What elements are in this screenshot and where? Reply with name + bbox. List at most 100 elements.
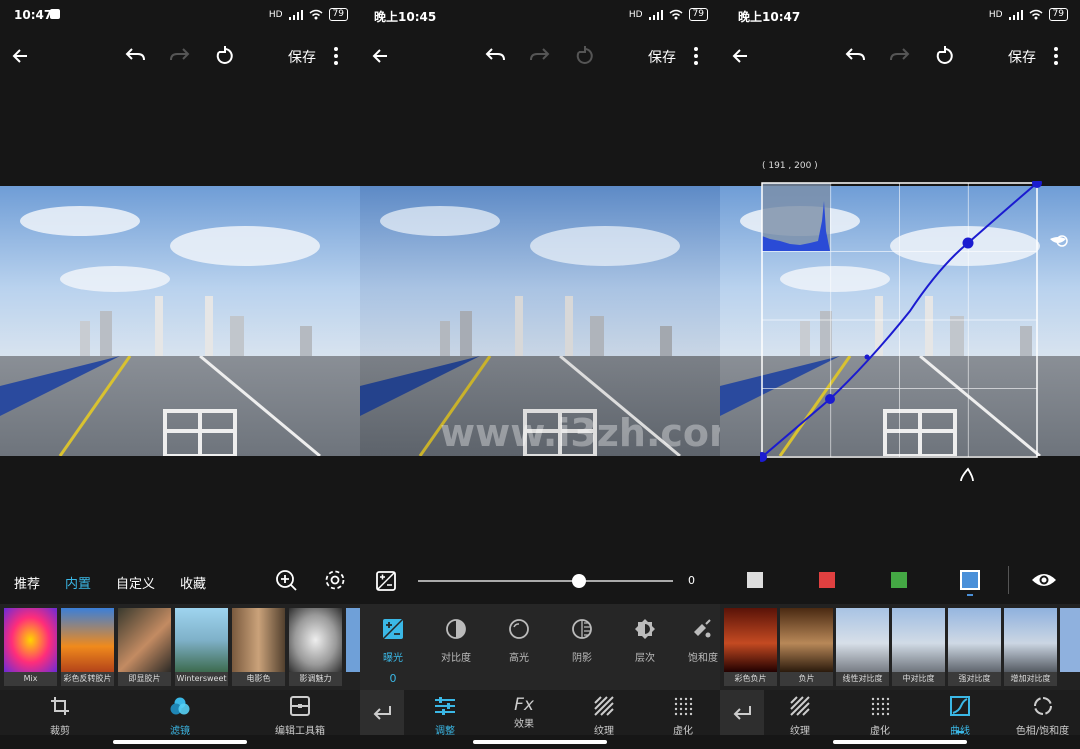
preset-thumb[interactable]: 中对比度: [892, 608, 945, 686]
preset-thumb[interactable]: 线性对比度: [836, 608, 889, 686]
preset-thumb[interactable]: 彩色负片: [724, 608, 777, 686]
tab-custom[interactable]: 自定义: [116, 573, 155, 592]
redo-icon: [890, 48, 910, 61]
confirm-back-button[interactable]: [360, 690, 404, 735]
tool-highlights[interactable]: 高光: [489, 618, 549, 664]
filter-thumb[interactable]: 电影色: [232, 608, 285, 686]
effects-tab[interactable]: Fx 效果: [489, 692, 559, 734]
filter-thumb[interactable]: 彩色反转胶片: [61, 608, 114, 686]
curves-icon: [950, 696, 970, 716]
preset-thumb[interactable]: 增加对比度: [1004, 608, 1057, 686]
texture-tab[interactable]: 纹理: [765, 692, 835, 737]
crop-button[interactable]: 裁剪: [25, 692, 95, 737]
blur-tab[interactable]: 虚化: [648, 692, 718, 737]
channel-blue-swatch[interactable]: [960, 570, 980, 590]
hue-saturation-tab[interactable]: 色相/饱和度: [1005, 692, 1080, 737]
redo-button[interactable]: [526, 42, 554, 70]
tab-builtin[interactable]: 内置: [65, 573, 91, 592]
bottom-nav: 调整 Fx 效果 纹理 虚化: [360, 690, 720, 737]
adjust-tab[interactable]: 调整: [410, 692, 480, 737]
divider: [1008, 566, 1009, 594]
preset-thumb[interactable]: 负片: [780, 608, 833, 686]
tool-saturation[interactable]: 饱和度: [678, 618, 720, 664]
eyedropper-icon[interactable]: [960, 467, 974, 481]
tool-structure[interactable]: 层次: [615, 618, 675, 664]
preset-thumb[interactable]: 强对比度: [948, 608, 1001, 686]
photo-preview[interactable]: [0, 186, 360, 456]
status-bar: 10:47 HD 79: [0, 0, 360, 30]
curves-screen: 晚上10:47 HD 79 保存 ( 191 , 200 ) 彩色负片 负片 线…: [720, 0, 1080, 749]
undo-button[interactable]: [121, 42, 149, 70]
bottom-nav: 纹理 虚化 曲线 色相/饱和度: [720, 690, 1080, 737]
back-button[interactable]: [366, 42, 394, 70]
curve-point[interactable]: [825, 394, 835, 404]
undo-button[interactable]: [841, 42, 869, 70]
tool-contrast[interactable]: 对比度: [426, 618, 486, 664]
blur-icon: [674, 697, 693, 716]
blur-icon: [871, 697, 890, 716]
undo-icon: [485, 48, 505, 61]
highlights-icon: [509, 619, 529, 639]
more-button[interactable]: [322, 42, 350, 70]
tool-shadows[interactable]: 阴影: [552, 618, 612, 664]
edit-toolbox-button[interactable]: 编辑工具箱: [265, 692, 335, 737]
tool-exposure[interactable]: 曝光 0: [363, 618, 423, 685]
curve-marker: [864, 354, 870, 360]
save-button[interactable]: 保存: [288, 47, 316, 67]
back-button[interactable]: [6, 42, 34, 70]
channel-white-swatch[interactable]: [747, 572, 763, 588]
undo-icon: [845, 48, 865, 61]
adjust-screen: 晚上10:45 HD 79 保存 www.i3zh.com 0 曝光 0 对比度…: [360, 0, 720, 749]
tab-favorites[interactable]: 收藏: [180, 573, 206, 592]
redo-button[interactable]: [886, 42, 914, 70]
status-icons: HD 79: [629, 8, 708, 21]
wifi-icon: [1029, 9, 1043, 20]
filter-thumb[interactable]: 影调魅力: [289, 608, 342, 686]
save-button[interactable]: 保存: [648, 47, 676, 67]
photo-preview[interactable]: www.i3zh.com: [360, 186, 720, 456]
eye-icon[interactable]: [1031, 571, 1057, 589]
status-bar: 晚上10:45 HD 79: [360, 0, 720, 30]
reset-button[interactable]: [571, 42, 599, 70]
filters-screen: 10:47 HD 79 保存 推荐 内置 自定义 收藏 Mix 彩色反转胶片 即…: [0, 0, 360, 749]
top-toolbar: 保存: [0, 36, 360, 76]
filter-thumb[interactable]: Wintersweet: [175, 608, 228, 686]
tab-recommended[interactable]: 推荐: [14, 573, 40, 592]
exposure-slider[interactable]: [418, 574, 673, 588]
channel-green-swatch[interactable]: [891, 572, 907, 588]
signal-icon: [1008, 9, 1023, 20]
undo-icon: [125, 48, 145, 61]
confirm-back-button[interactable]: [720, 690, 764, 735]
redo-button[interactable]: [166, 42, 194, 70]
active-channel-indicator: [967, 594, 973, 596]
status-icons: HD 79: [269, 8, 348, 21]
filters-button[interactable]: 滤镜: [145, 692, 215, 737]
filter-thumb[interactable]: 即显胶片: [118, 608, 171, 686]
preset-thumb-partial[interactable]: [1060, 608, 1080, 686]
curve-editor[interactable]: [760, 181, 1080, 481]
filter-thumb-partial[interactable]: [346, 608, 360, 686]
channel-red-swatch[interactable]: [819, 572, 835, 588]
wifi-icon: [669, 9, 683, 20]
slider-handle[interactable]: [571, 574, 586, 588]
more-button[interactable]: [682, 42, 710, 70]
curves-tab[interactable]: 曲线: [925, 692, 995, 737]
texture-tab[interactable]: 纹理: [569, 692, 639, 737]
reset-button[interactable]: [931, 42, 959, 70]
adjust-slider-row: 0: [360, 562, 720, 600]
adjust-tool-row: 曝光 0 对比度 高光 阴影 层次 饱和度: [360, 604, 720, 690]
gear-icon[interactable]: [324, 569, 346, 591]
home-indicator: [833, 740, 967, 744]
tool-exposure-value: 0: [389, 672, 397, 685]
arrow-left-icon: [12, 49, 27, 63]
more-button[interactable]: [1042, 42, 1070, 70]
undo-button[interactable]: [481, 42, 509, 70]
blur-tab[interactable]: 虚化: [845, 692, 915, 737]
back-button[interactable]: [726, 42, 754, 70]
save-button[interactable]: 保存: [1008, 47, 1036, 67]
zoom-in-icon[interactable]: [275, 569, 297, 591]
filter-thumbnail-strip: Mix 彩色反转胶片 即显胶片 Wintersweet 电影色 影调魅力: [0, 604, 360, 690]
curve-point[interactable]: [962, 237, 974, 249]
reset-button[interactable]: [211, 42, 239, 70]
filter-thumb[interactable]: Mix: [4, 608, 57, 686]
